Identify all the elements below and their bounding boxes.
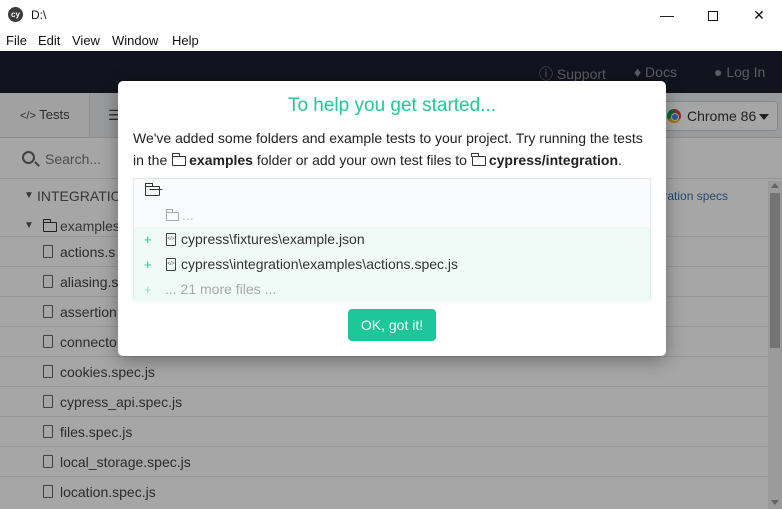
menu-file[interactable]: File xyxy=(6,33,27,48)
maximize-button[interactable] xyxy=(690,0,736,30)
plus-icon: + xyxy=(144,257,152,272)
tree-root-row xyxy=(134,179,650,204)
plus-icon: + xyxy=(144,282,152,297)
minimize-button[interactable]: — xyxy=(644,0,690,30)
tree-file-label: cypress\integration\examples\actions.spe… xyxy=(181,256,459,272)
folder-icon xyxy=(165,209,179,221)
tree-new-file-row: + </> cypress\fixtures\example.json xyxy=(134,227,650,252)
tree-more-row: + ... 21 more files ... xyxy=(134,277,650,302)
folder-open-icon xyxy=(144,183,160,196)
getting-started-modal: To help you get started... We've added s… xyxy=(118,81,666,356)
menu-help[interactable]: Help xyxy=(172,33,199,48)
minimize-icon: — xyxy=(660,7,674,23)
file-tree: ... + </> cypress\fixtures\example.json … xyxy=(133,178,651,302)
folder-icon xyxy=(471,153,486,166)
tree-file-label: cypress\fixtures\example.json xyxy=(181,231,365,247)
close-icon: ✕ xyxy=(753,7,765,23)
menu-window[interactable]: Window xyxy=(112,33,158,48)
maximize-icon xyxy=(708,11,718,22)
code-file-icon: </> xyxy=(166,258,176,271)
tree-existing-row: ... xyxy=(134,203,650,228)
window-titlebar: cy D:\ — ✕ xyxy=(0,0,782,30)
window-title: D:\ xyxy=(31,8,47,22)
menu-edit[interactable]: Edit xyxy=(38,33,60,48)
menu-bar: File Edit View Window Help xyxy=(0,30,782,51)
tree-ellipsis: ... xyxy=(182,207,194,223)
integration-folder-name: cypress/integration xyxy=(488,152,619,168)
code-file-icon: </> xyxy=(166,233,176,246)
tree-new-file-row: + </> cypress\integration\examples\actio… xyxy=(134,252,650,277)
close-button[interactable]: ✕ xyxy=(736,0,782,30)
plus-icon: + xyxy=(144,232,152,247)
menu-view[interactable]: View xyxy=(72,33,100,48)
folder-icon xyxy=(171,153,187,166)
tree-more-label: ... 21 more files ... xyxy=(165,281,277,297)
modal-title: To help you get started... xyxy=(287,95,497,116)
cypress-logo-icon: cy xyxy=(8,7,23,22)
ok-got-it-button[interactable]: OK, got it! xyxy=(348,309,436,341)
examples-folder-name: examples xyxy=(189,152,253,168)
modal-description: We've added some folders and example tes… xyxy=(133,127,653,171)
modal-text: . xyxy=(618,152,622,168)
modal-text: folder or add your own test files to xyxy=(252,152,471,168)
